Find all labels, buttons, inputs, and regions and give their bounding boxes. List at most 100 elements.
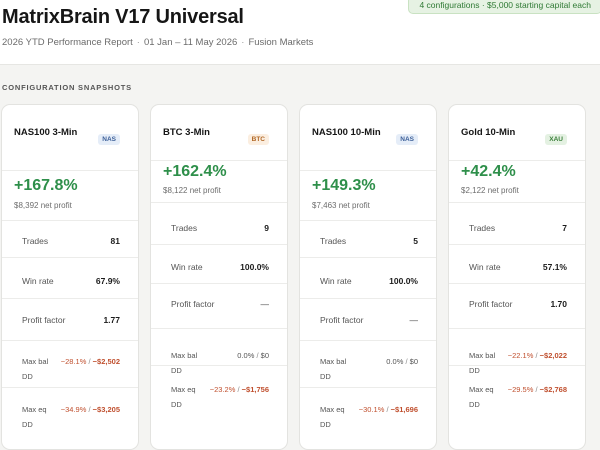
- card-divider: [300, 220, 436, 221]
- max-eq-dd-percent: −30.1%: [358, 405, 385, 414]
- max-bal-dd-value: 0.0% / $0: [209, 348, 269, 363]
- max-bal-dd-label: Max bal DD: [469, 351, 496, 375]
- max-bal-dd-label: Max bal DD: [171, 351, 198, 375]
- trades-value: 7: [562, 223, 567, 233]
- return-percent: +149.3%: [312, 177, 376, 194]
- card-divider: [449, 328, 585, 329]
- card-divider: [151, 160, 287, 161]
- card-divider: [2, 170, 138, 171]
- max-bal-dd-amount: −$2,022: [539, 351, 567, 360]
- card-divider: [2, 220, 138, 221]
- trades-label: Trades: [22, 236, 49, 246]
- subtitle-separator: ·: [241, 37, 245, 48]
- subtitle-separator: ·: [136, 37, 140, 48]
- max-bal-dd-value: −28.1% / −$2,502: [60, 354, 120, 369]
- section-title: CONFIGURATION SNAPSHOTS: [2, 83, 132, 92]
- max-eq-dd-amount: −$1,696: [390, 405, 418, 414]
- broker-name: Fusion Markets: [248, 37, 314, 48]
- dd-separator: /: [88, 405, 91, 414]
- config-name: BTC 3-Min: [163, 127, 210, 138]
- card-divider: [2, 387, 138, 388]
- win-rate-value: 100.0%: [240, 262, 269, 272]
- config-card: NAS100 10-Min NAS +149.3% $7,463 net profit…: [299, 104, 437, 450]
- card-divider: [300, 257, 436, 258]
- card-divider: [2, 257, 138, 258]
- max-eq-dd-percent: −29.5%: [507, 385, 534, 394]
- config-name: NAS100 10-Min: [312, 127, 381, 138]
- net-profit: $8,392 net profit: [14, 201, 72, 210]
- win-rate-value: 67.9%: [95, 276, 120, 286]
- win-rate-value: 100.0%: [389, 276, 418, 286]
- return-percent: +162.4%: [163, 163, 227, 180]
- profit-factor-label: Profit factor: [320, 315, 364, 325]
- max-eq-dd-label: Max eq DD: [22, 405, 47, 429]
- symbol-badge: NAS: [98, 134, 120, 145]
- dd-separator: /: [386, 405, 389, 414]
- symbol-badge: BTC: [247, 134, 269, 145]
- max-bal-dd-percent: −28.1%: [60, 357, 87, 366]
- card-divider: [151, 365, 287, 366]
- config-name: Gold 10-Min: [461, 127, 516, 138]
- return-percent: +167.8%: [14, 177, 78, 194]
- profit-factor-label: Profit factor: [22, 315, 66, 325]
- card-divider: [300, 298, 436, 299]
- max-eq-dd-label: Max eq DD: [171, 385, 196, 409]
- max-eq-dd-percent: −23.2%: [209, 385, 236, 394]
- card-divider: [449, 365, 585, 366]
- max-bal-dd-percent: 0.0%: [237, 351, 255, 360]
- config-card: Gold 10-Min XAU +42.4% $2,122 net profit Tra…: [448, 104, 586, 450]
- max-eq-dd-percent: −34.9%: [60, 405, 87, 414]
- profit-factor-value: —: [409, 315, 419, 325]
- profit-factor-value: —: [260, 299, 270, 309]
- dd-separator: /: [256, 351, 259, 360]
- max-eq-dd-label: Max eq DD: [320, 405, 345, 429]
- dd-separator: /: [88, 357, 91, 366]
- max-bal-dd-label: Max bal DD: [22, 357, 49, 381]
- page-title: MatrixBrain V17 Universal: [2, 6, 244, 28]
- card-divider: [300, 387, 436, 388]
- return-percent: +42.4%: [461, 163, 516, 180]
- trades-label: Trades: [171, 223, 198, 233]
- win-rate-value: 57.1%: [542, 262, 567, 272]
- symbol-badge: NAS: [396, 134, 418, 145]
- profit-factor-label: Profit factor: [469, 299, 513, 309]
- config-card: BTC 3-Min BTC +162.4% $8,122 net profit Trad…: [150, 104, 288, 450]
- max-bal-dd-percent: −22.1%: [507, 351, 534, 360]
- win-rate-label: Win rate: [320, 276, 352, 286]
- max-bal-dd-amount: $0: [260, 351, 269, 360]
- report-header: MatrixBrain V17 Universal 2026 YTD Perfo…: [0, 0, 600, 65]
- max-eq-dd-amount: −$3,205: [92, 405, 120, 414]
- max-bal-dd-amount: −$2,502: [92, 357, 120, 366]
- card-divider: [449, 160, 585, 161]
- max-eq-dd-amount: −$1,756: [241, 385, 269, 394]
- card-divider: [151, 202, 287, 203]
- profit-factor-value: 1.70: [550, 299, 567, 309]
- dd-separator: /: [535, 385, 538, 394]
- max-bal-dd-percent: 0.0%: [386, 357, 404, 366]
- profit-factor-value: 1.77: [103, 315, 120, 325]
- report-period-label: 2026 YTD Performance Report: [2, 37, 133, 48]
- max-bal-dd-label: Max bal DD: [320, 357, 347, 381]
- card-divider: [300, 170, 436, 171]
- net-profit: $2,122 net profit: [461, 186, 519, 195]
- trades-label: Trades: [469, 223, 496, 233]
- trades-value: 81: [110, 236, 120, 246]
- trades-value: 5: [413, 236, 418, 246]
- card-divider: [2, 298, 138, 299]
- card-divider: [151, 283, 287, 284]
- max-eq-dd-label: Max eq DD: [469, 385, 494, 409]
- card-divider: [449, 244, 585, 245]
- config-summary-pill: 4 configurations · $5,000 starting capit…: [408, 0, 600, 14]
- dd-separator: /: [405, 357, 408, 366]
- trades-label: Trades: [320, 236, 347, 246]
- card-divider: [151, 244, 287, 245]
- max-eq-dd-value: −30.1% / −$1,696: [358, 402, 418, 417]
- max-eq-dd-value: −23.2% / −$1,756: [209, 382, 269, 397]
- net-profit: $8,122 net profit: [163, 186, 221, 195]
- card-divider: [151, 328, 287, 329]
- card-divider: [449, 202, 585, 203]
- profit-factor-label: Profit factor: [171, 299, 215, 309]
- dd-separator: /: [237, 385, 240, 394]
- card-divider: [300, 340, 436, 341]
- win-rate-label: Win rate: [171, 262, 203, 272]
